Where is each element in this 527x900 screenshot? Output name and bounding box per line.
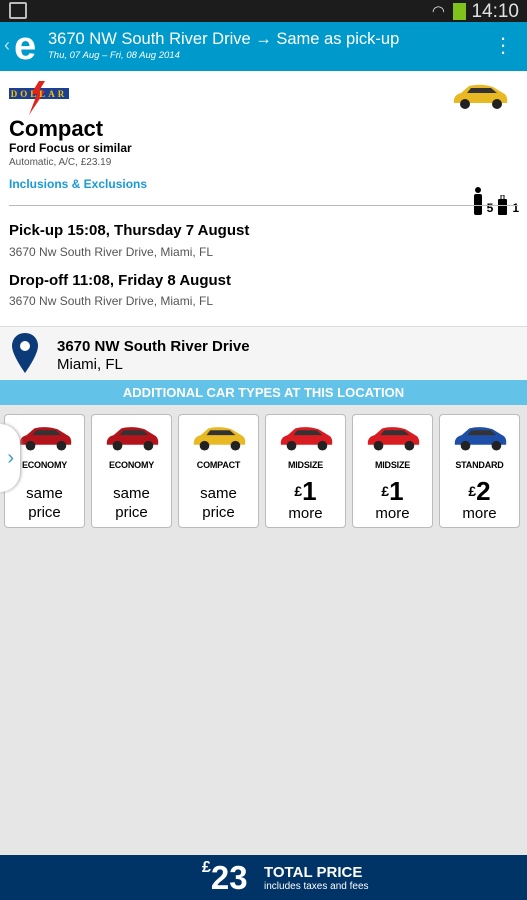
car-type: MIDSIZE (287, 460, 324, 470)
price-note: same (26, 485, 63, 502)
car-type-card[interactable]: MIDSIZE £1 more (265, 414, 346, 528)
car-image (454, 427, 506, 451)
dropoff-address: 3670 Nw South River Drive, Miami, FL (9, 294, 214, 308)
price-note: more (375, 505, 410, 522)
price-note: same (113, 485, 150, 502)
price-diff: £1 (294, 476, 317, 506)
passenger-count: 5 (486, 201, 494, 215)
status-bar: ◠ 14:10 (0, 0, 527, 22)
car-type-card[interactable]: COMPACT same price (178, 414, 259, 528)
action-bar: ‹ e 3670 NW South River Drive → Same as … (0, 22, 527, 71)
app-logo[interactable]: e (14, 26, 36, 66)
route-title: 3670 NW South River Drive → Same as pick… (48, 30, 400, 48)
price-note: price (28, 504, 61, 521)
car-type: MIDSIZE (374, 460, 411, 470)
divider (9, 205, 518, 206)
capacity: 5 1 (473, 187, 519, 215)
total-label: TOTAL PRICE (264, 864, 363, 881)
clock: 14:10 (471, 1, 519, 22)
location-city: Miami, FL (57, 356, 123, 373)
car-model: Ford Focus or similar (9, 141, 132, 155)
car-features: Automatic, A/C, £23.19 (9, 157, 112, 168)
car-type-card[interactable]: STANDARD £2 more (439, 414, 520, 528)
price-note: same (200, 485, 237, 502)
car-type-carousel[interactable]: ECONOMY same price ECONOMY same price COMPACT s… (4, 414, 523, 528)
overflow-menu-icon[interactable]: · · · (499, 27, 507, 63)
car-image (106, 427, 158, 451)
wifi-icon: ◠ (431, 3, 445, 20)
price-diff: £1 (381, 476, 404, 506)
car-type-card[interactable]: MIDSIZE £1 more (352, 414, 433, 528)
car-details: DOLLAR Compact Ford Focus or similar Aut… (0, 71, 527, 326)
passenger-icon (473, 187, 482, 215)
back-icon[interactable]: ‹ (4, 35, 10, 56)
car-type: ECONOMY (108, 460, 155, 470)
price-note: price (202, 504, 235, 521)
price-note: price (115, 504, 148, 521)
car-image (453, 84, 508, 109)
inclusions-link[interactable]: Inclusions & Exclusions (9, 177, 147, 191)
svg-text:DOLLAR: DOLLAR (11, 89, 68, 99)
car-image (280, 427, 332, 451)
additional-car-types-heading: ADDITIONAL CAR TYPES AT THIS LOCATION (0, 380, 527, 405)
map-pin-icon (12, 333, 38, 373)
price-note: more (288, 505, 323, 522)
car-type-card[interactable]: ECONOMY same price (91, 414, 172, 528)
car-category: Compact (9, 116, 104, 141)
location-row[interactable]: 3670 NW South River Drive Miami, FL (0, 326, 527, 380)
car-image (193, 427, 245, 451)
location-street: 3670 NW South River Drive (57, 338, 250, 355)
battery-icon (453, 3, 466, 20)
total-price-bar[interactable]: £23 TOTAL PRICE includes taxes and fees (0, 855, 527, 900)
car-image (19, 427, 71, 451)
price-diff: £2 (468, 476, 491, 506)
chevron-right-icon[interactable]: › (0, 424, 20, 492)
pickup-address: 3670 Nw South River Drive, Miami, FL (9, 245, 214, 259)
dollar-logo: DOLLAR (9, 81, 69, 115)
total-amount: £23 (202, 859, 248, 896)
car-type: COMPACT (196, 460, 241, 470)
car-image (367, 427, 419, 451)
gallery-notification-icon (9, 2, 27, 19)
total-note: includes taxes and fees (264, 881, 369, 892)
pickup-time: Pick-up 15:08, Thursday 7 August (9, 222, 250, 239)
car-type: STANDARD (455, 460, 504, 470)
price-note: more (462, 505, 497, 522)
dropoff-time: Drop-off 11:08, Friday 8 August (9, 272, 231, 289)
bag-count: 1 (512, 201, 519, 215)
trip-dates: Thu, 07 Aug – Fri, 08 Aug 2014 (48, 50, 180, 61)
